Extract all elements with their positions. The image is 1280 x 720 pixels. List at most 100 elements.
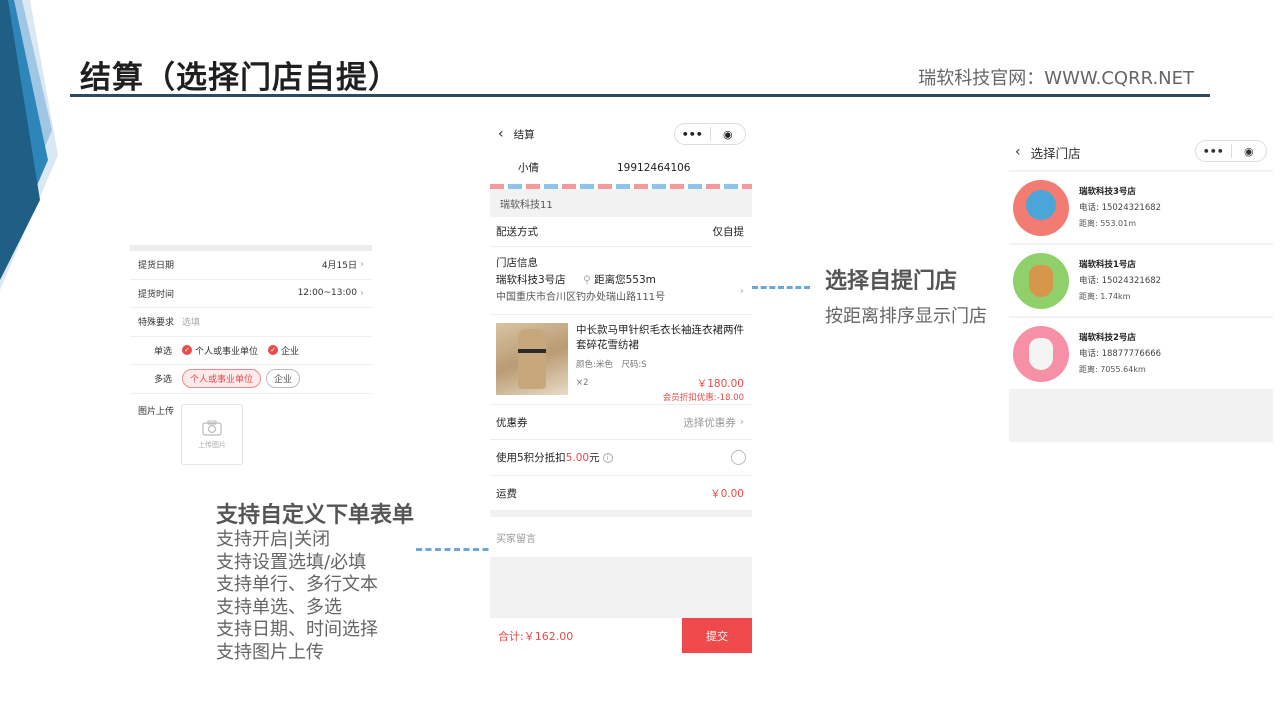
goods-info: 中长款马甲针织毛衣长袖连衣裙两件套碎花雪纺裙 颜色:米色 尺码:S ×2 ￥18… — [576, 323, 746, 403]
store-name: 瑞软科技3号店 — [496, 274, 566, 286]
store-distance: 距离: 553.01m — [1079, 218, 1137, 228]
feature-heading: 支持自定义下单表单 — [216, 503, 415, 528]
points-amount: 5.00 — [565, 451, 590, 464]
chevron-right-icon: › — [739, 416, 744, 428]
connector-line — [416, 548, 498, 551]
dog-shape — [1029, 264, 1053, 297]
coupon-row[interactable]: 优惠券 选择优惠券 › — [490, 405, 752, 440]
contact-row[interactable]: 小倩 19912464106 — [490, 151, 752, 184]
store-phone: 电话: 18877776666 — [1079, 348, 1162, 359]
chevron-right-icon: › — [360, 259, 364, 271]
store-list-item[interactable]: 瑞软科技2号店 电话: 18877776666 距离: 7055.64km — [1009, 318, 1273, 389]
store-text: 瑞软科技3号店 电话: 15024321682 距离: 553.01m — [1079, 184, 1161, 232]
check-icon: ✓ — [182, 345, 192, 356]
store-select-screen: ‹ 选择门店 ••• ◉ 瑞软科技3号店 电话: 15024321682 距离:… — [1009, 134, 1273, 442]
form-label: 多选 — [154, 375, 173, 386]
delivery-row[interactable]: 配送方式 仅自提 — [490, 217, 752, 247]
chevron-right-icon: › — [739, 285, 744, 297]
mini-program-capsule: ••• ◉ — [1195, 140, 1267, 162]
form-label: 特殊要求 — [138, 318, 175, 329]
title-divider — [70, 94, 1210, 97]
form-row-multi: 多选 个人或事业单位 企业 — [130, 365, 372, 394]
badge-shape — [1026, 189, 1056, 220]
points-toggle[interactable] — [731, 450, 746, 465]
goods-title: 中长款马甲针织毛衣长袖连衣裙两件套碎花雪纺裙 — [576, 324, 744, 351]
goods-item[interactable]: 中长款马甲针织毛衣长袖连衣裙两件套碎花雪纺裙 颜色:米色 尺码:S ×2 ￥18… — [490, 315, 752, 405]
store-phone: 电话: 15024321682 — [1079, 202, 1162, 213]
single-option[interactable]: ✓ 企业 — [268, 344, 299, 357]
store-list-item[interactable]: 瑞软科技3号店 电话: 15024321682 距离: 553.01m — [1009, 172, 1273, 243]
special-input[interactable]: 选填 — [182, 315, 200, 328]
info-icon[interactable]: i — [602, 452, 613, 463]
chevron-right-icon: › — [360, 287, 364, 299]
points-prefix: 使用5积分抵扣 — [496, 452, 566, 464]
store-phone: 电话: 15024321682 — [1079, 275, 1162, 286]
store-list-item[interactable]: 瑞软科技1号店 电话: 15024321682 距离: 1.74km — [1009, 245, 1273, 316]
single-option[interactable]: ✓ 个人或事业单位 — [182, 344, 258, 357]
form-row-date[interactable]: 提货日期 4月15日 › — [130, 251, 372, 280]
shop-name: 瑞软科技11 — [500, 199, 553, 211]
delivery-label: 配送方式 — [496, 226, 538, 238]
submit-button[interactable]: 提交 — [682, 617, 752, 653]
store-distance: 距离: 1.74km — [1079, 291, 1131, 301]
mini-program-capsule: ••• ◉ — [674, 123, 746, 145]
store-avatar — [1013, 325, 1069, 382]
store-info-row[interactable]: 门店信息 瑞软科技3号店 ⚲ 距离您553m 中国重庆市合川区钓办处瑞山路111… — [490, 247, 752, 315]
store-address: 中国重庆市合川区钓办处瑞山路111号 — [496, 292, 666, 303]
form-row-special[interactable]: 特殊要求 选填 — [130, 308, 372, 337]
multi-option[interactable]: 企业 — [266, 369, 301, 389]
store-feature-heading: 选择自提门店 — [825, 269, 958, 294]
back-arrow-icon[interactable]: ‹ — [1015, 144, 1021, 160]
goods-quantity: ×2 — [576, 378, 589, 388]
coupon-label: 优惠券 — [496, 416, 528, 429]
check-icon: ✓ — [268, 345, 279, 356]
multi-option[interactable]: 个人或事业单位 — [182, 369, 262, 389]
points-row: 使用5积分抵扣 5.00 元 i — [490, 440, 752, 476]
dress-shape — [518, 329, 546, 389]
store-text: 瑞软科技2号店 电话: 18877776666 距离: 7055.64km — [1079, 330, 1161, 378]
target-circle-icon[interactable]: ◉ — [711, 128, 746, 141]
feature-item: 支持设置选填/必填 — [216, 551, 367, 573]
shipping-value: ￥0.00 — [710, 487, 744, 500]
goods-image — [496, 323, 568, 395]
total-value: ￥162.00 — [523, 629, 574, 643]
form-label: 单选 — [154, 346, 173, 357]
more-dots-icon[interactable]: ••• — [1196, 145, 1231, 158]
more-dots-icon[interactable]: ••• — [675, 128, 710, 141]
form-label: 提货日期 — [138, 261, 175, 272]
store-name: 瑞软科技3号店 — [1079, 186, 1136, 197]
coupon-value: 选择优惠券 — [683, 416, 736, 429]
option-label: 个人或事业单位 — [195, 346, 259, 357]
goods-spec: 颜色:米色 尺码:S — [576, 360, 647, 370]
target-circle-icon[interactable]: ◉ — [1232, 145, 1267, 158]
feature-item: 支持日期、时间选择 — [216, 619, 378, 640]
feature-item: 支持开启|关闭 — [216, 529, 331, 550]
form-value: 12:00~13:00 — [297, 288, 357, 299]
upload-label: 图片上传 — [138, 407, 175, 417]
custom-form-panel: 提货日期 4月15日 › 提货时间 12:00~13:00 › 特殊要求 选填 … — [130, 245, 372, 470]
image-upload-button[interactable]: 上传图片 — [181, 404, 243, 465]
form-row-time[interactable]: 提货时间 12:00~13:00 › — [130, 280, 372, 308]
delivery-value: 仅自提 — [712, 226, 745, 238]
buyer-remark-input[interactable]: 买家留言 — [490, 517, 752, 557]
cat-shape — [1029, 337, 1053, 370]
nav-bar: ‹ 结算 ••• ◉ — [490, 117, 752, 151]
back-arrow-icon[interactable]: ‹ — [498, 126, 504, 142]
feature-item: 支持单选、多选 — [216, 596, 342, 618]
connector-line — [752, 286, 810, 289]
goods-price: ￥180.00 — [696, 378, 744, 390]
checkout-footer: 合计: ￥162.00 提交 — [490, 617, 752, 653]
store-name: 瑞软科技2号店 — [1079, 332, 1136, 343]
form-value: 4月15日 — [321, 261, 357, 272]
form-row-single: 单选 ✓ 个人或事业单位 ✓ 企业 — [130, 337, 372, 365]
store-avatar — [1013, 252, 1069, 309]
store-name: 瑞软科技1号店 — [1079, 259, 1136, 270]
shipping-row: 运费 ￥0.00 — [490, 476, 752, 511]
nav-bar: ‹ 选择门店 ••• ◉ — [1009, 134, 1273, 170]
goods-discount: 会员折扣优惠:-18.00 — [662, 393, 744, 403]
site-label: 瑞软科技官网：WWW.CQRR.NET — [918, 68, 1194, 89]
store-distance: 距离: 7055.64km — [1079, 364, 1146, 374]
points-suffix: 元 — [589, 452, 600, 464]
slide-title: 结算（选择门店自提） — [80, 60, 400, 96]
feature-list: 支持开启|关闭 支持设置选填/必填 支持单行、多行文本 支持单选、多选 支持日期… — [216, 529, 378, 664]
